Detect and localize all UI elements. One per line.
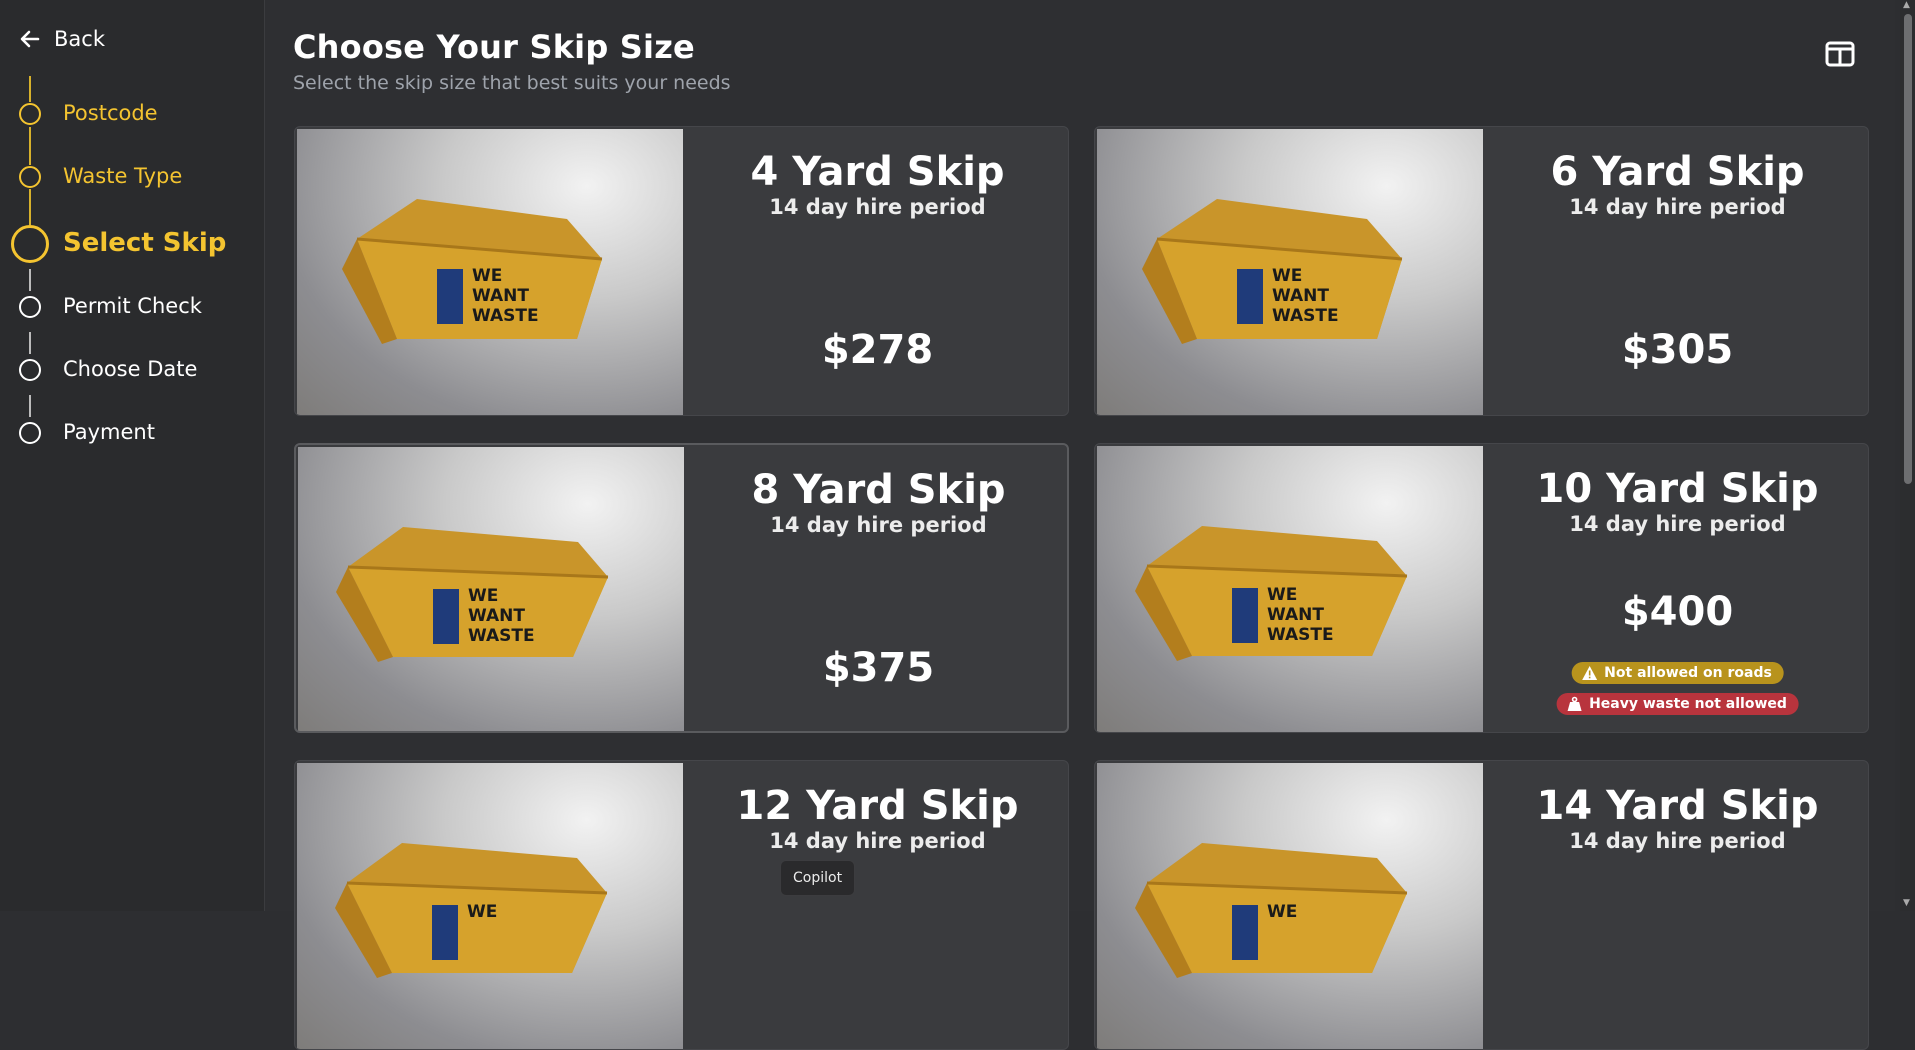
page-subtitle: Select the skip size that best suits you… xyxy=(293,72,731,94)
vertical-scrollbar[interactable]: ▲ ▼ xyxy=(1900,0,1915,911)
step-connector xyxy=(29,269,31,291)
skip-hire-period: 14 day hire period xyxy=(1569,195,1786,219)
warning-badge: Not allowed on roads xyxy=(1571,662,1784,684)
warning-triangle-icon xyxy=(1581,666,1597,680)
columns-icon xyxy=(1825,41,1855,67)
skip-illustration: WE WANT WASTE xyxy=(1142,199,1403,344)
skip-card-12-yard[interactable]: WE 12 Yard Skip 14 day hire period xyxy=(294,760,1069,1050)
skip-hire-period: 14 day hire period xyxy=(769,829,986,853)
step-dot xyxy=(19,103,41,125)
scrollbar-thumb[interactable] xyxy=(1904,14,1912,484)
skip-image: WE WANT WASTE xyxy=(297,129,683,415)
logo-text: WASTE xyxy=(1272,306,1339,326)
copilot-tooltip: Copilot xyxy=(780,860,856,896)
skip-card-8-yard[interactable]: WE WANT WASTE 8 Yard Skip 14 day hire pe… xyxy=(294,443,1069,733)
skip-hire-period: 14 day hire period xyxy=(769,195,986,219)
logo-text: WE xyxy=(1267,585,1297,605)
logo-text: WASTE xyxy=(472,306,539,326)
logo-text: WASTE xyxy=(1267,625,1334,645)
skip-name: 10 Yard Skip xyxy=(1536,466,1819,512)
step-dot xyxy=(19,166,41,188)
skip-hire-period: 14 day hire period xyxy=(770,513,987,537)
skip-price: $278 xyxy=(821,327,934,373)
step-connector xyxy=(29,76,31,102)
skip-illustration: WE WANT WASTE xyxy=(1135,526,1408,661)
badge-text: Not allowed on roads xyxy=(1604,665,1772,681)
skip-image: WE WANT WASTE xyxy=(298,447,684,731)
skip-info: 14 Yard Skip 14 day hire period xyxy=(1485,761,1868,1049)
logo-text: WASTE xyxy=(468,626,535,646)
step-connector xyxy=(29,127,31,165)
skip-name: 12 Yard Skip xyxy=(736,783,1019,829)
step-connector xyxy=(29,189,31,225)
skip-illustration: WE WANT WASTE xyxy=(342,199,603,344)
logo-text: WE xyxy=(472,266,502,286)
step-dot xyxy=(19,296,41,318)
step-connector xyxy=(29,395,31,417)
weight-icon xyxy=(1567,696,1582,711)
step-dot xyxy=(19,422,41,444)
logo-text: WANT xyxy=(1267,605,1324,625)
skip-price: $375 xyxy=(822,645,935,691)
skip-info: 12 Yard Skip 14 day hire period xyxy=(685,761,1068,1049)
skip-info: 10 Yard Skip 14 day hire period $400 Not… xyxy=(1485,444,1868,732)
skip-illustration: WE xyxy=(1135,843,1408,978)
main-content: Choose Your Skip Size Select the skip si… xyxy=(265,0,1895,1050)
skip-card-10-yard[interactable]: WE WANT WASTE 10 Yard Skip 14 day hire p… xyxy=(1094,443,1869,733)
scroll-down-icon[interactable]: ▼ xyxy=(1903,898,1910,908)
step-label: Payment xyxy=(63,420,155,444)
step-label: Select Skip xyxy=(63,228,227,258)
skip-name: 8 Yard Skip xyxy=(751,467,1006,513)
step-dot xyxy=(19,359,41,381)
skip-card-4-yard[interactable]: WE WANT WASTE 4 Yard Skip 14 day hire pe… xyxy=(294,126,1069,416)
back-button[interactable]: Back xyxy=(18,24,105,54)
skip-info: 4 Yard Skip 14 day hire period $278 xyxy=(685,127,1068,415)
step-dot-current xyxy=(11,225,49,263)
skip-hire-period: 14 day hire period xyxy=(1569,829,1786,853)
skip-image: WE xyxy=(1097,763,1483,1049)
step-label: Waste Type xyxy=(63,164,183,188)
step-connector xyxy=(29,332,31,354)
logo-text: WE xyxy=(468,586,498,606)
skip-price: $400 xyxy=(1621,589,1734,635)
logo-text: WANT xyxy=(468,606,525,626)
skip-card-6-yard[interactable]: WE WANT WASTE 6 Yard Skip 14 day hire pe… xyxy=(1094,126,1869,416)
logo-text: WE xyxy=(1267,902,1297,922)
step-label: Choose Date xyxy=(63,357,198,381)
skip-name: 4 Yard Skip xyxy=(750,149,1005,195)
layout-toggle-button[interactable] xyxy=(1825,40,1855,68)
sidebar: Back Postcode Waste Type Select Skip Per… xyxy=(0,0,265,911)
skip-image: WE WANT WASTE xyxy=(1097,446,1483,732)
step-label: Postcode xyxy=(63,101,158,125)
skip-price: $305 xyxy=(1621,327,1734,373)
skip-info: 6 Yard Skip 14 day hire period $305 xyxy=(1485,127,1868,415)
arrow-left-icon xyxy=(20,30,40,48)
skip-hire-period: 14 day hire period xyxy=(1569,512,1786,536)
skip-card-14-yard[interactable]: WE 14 Yard Skip 14 day hire period xyxy=(1094,760,1869,1050)
logo-text: WANT xyxy=(1272,286,1329,306)
logo-text: WE xyxy=(467,902,497,922)
skip-illustration: WE WANT WASTE xyxy=(336,527,609,662)
skip-name: 14 Yard Skip xyxy=(1536,783,1819,829)
step-label: Permit Check xyxy=(63,294,202,318)
skip-illustration: WE xyxy=(335,843,608,978)
page-title: Choose Your Skip Size xyxy=(293,28,695,66)
skip-name: 6 Yard Skip xyxy=(1550,149,1805,195)
scroll-up-icon[interactable]: ▲ xyxy=(1903,0,1910,10)
skip-info: 8 Yard Skip 14 day hire period $375 xyxy=(686,445,1067,731)
logo-text: WANT xyxy=(472,286,529,306)
back-label: Back xyxy=(54,27,105,51)
skip-image: WE xyxy=(297,763,683,1049)
skip-image: WE WANT WASTE xyxy=(1097,129,1483,415)
badge-text: Heavy waste not allowed xyxy=(1589,696,1787,712)
error-badge: Heavy waste not allowed xyxy=(1556,693,1799,715)
logo-text: WE xyxy=(1272,266,1302,286)
